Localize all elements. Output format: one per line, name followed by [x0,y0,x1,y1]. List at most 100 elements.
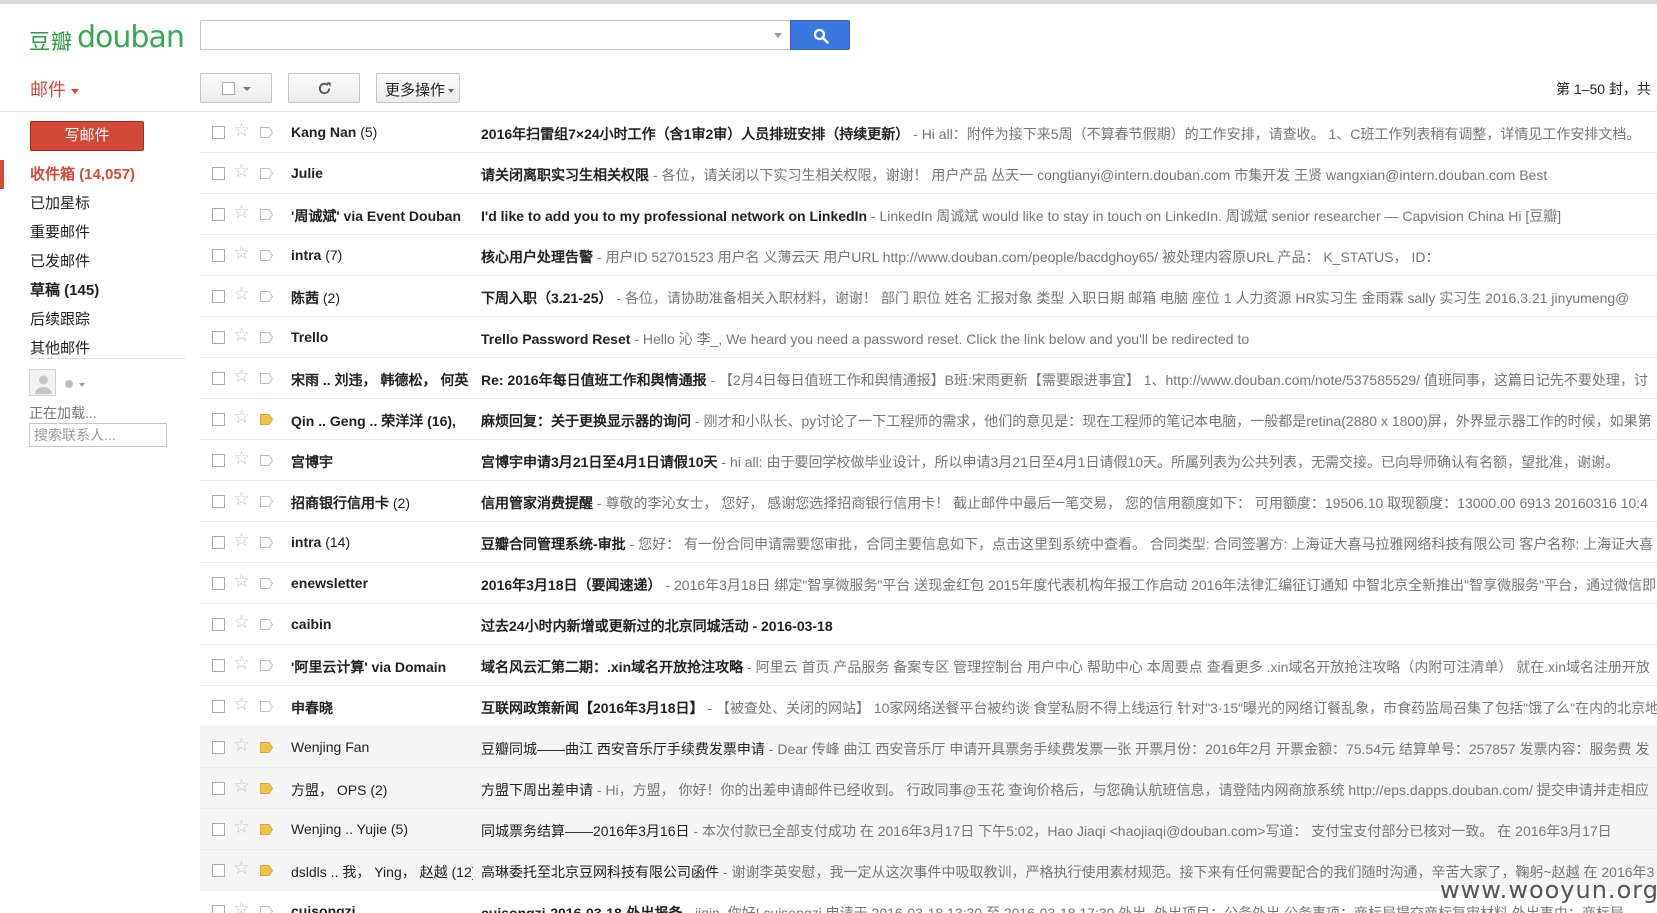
star-icon[interactable]: ☆ [233,694,250,716]
mail-row[interactable]: ☆ '周诚斌' via Event Douban I'd like to add y… [200,194,1657,235]
mail-checkbox[interactable] [212,741,225,754]
mail-checkbox[interactable] [212,413,225,426]
mail-menu[interactable]: 邮件 [30,76,79,102]
mail-checkbox[interactable] [212,249,225,262]
sidebar-item[interactable]: 已发邮件 [0,247,185,276]
mail-row[interactable]: ☆ Qin .. Geng .. 荣洋洋 (16), 麻烦回复：关于更换显示器的询问… [200,399,1657,440]
star-icon[interactable]: ☆ [233,776,250,798]
mail-row[interactable]: ☆ enewsletter 2016年3月18日（要闻速递） - 2016年3月18… [200,563,1657,604]
status-icon[interactable] [65,380,73,388]
select-all-checkbox[interactable] [222,82,235,95]
star-icon[interactable]: ☆ [233,243,250,265]
star-icon[interactable]: ☆ [233,530,250,552]
star-icon[interactable]: ☆ [233,489,250,511]
mail-row[interactable]: ☆ intra (14) 豆瓣合同管理系统-审批 - 您好： 有一份合同申请需要您审… [200,522,1657,563]
mail-row[interactable]: ☆ Wenjing Fan 豆瓣同城——曲江 西安音乐厅手续费发票申请 - Dear… [200,727,1657,768]
star-icon[interactable]: ☆ [233,448,250,470]
sidebar-item[interactable]: 草稿 (145) [0,276,185,305]
important-marker-icon[interactable] [260,250,273,261]
sidebar-item[interactable]: 收件箱 (14,057) [0,160,185,189]
important-marker-icon[interactable] [260,701,273,712]
mail-checkbox[interactable] [212,905,225,913]
mail-row[interactable]: ☆ intra (7) 核心用户处理告警 - 用户ID 52701523 用户名 义… [200,235,1657,276]
mail-checkbox[interactable] [212,700,225,713]
star-icon[interactable]: ☆ [233,571,250,593]
mail-row[interactable]: ☆ 申春晓 互联网政策新闻【2016年3月18日】 - 【被查处、关闭的网站】 10… [200,686,1657,727]
sidebar-item[interactable]: 已加星标 [0,189,185,218]
important-marker-icon[interactable] [260,578,273,589]
important-marker-icon[interactable] [260,168,273,179]
mail-checkbox[interactable] [212,659,225,672]
star-icon[interactable]: ☆ [233,407,250,429]
mail-row[interactable]: ☆ 方盟， OPS (2) 方盟下周出差申请 - Hi，方盟， 你好！你的出差申请邮… [200,768,1657,809]
mail-checkbox[interactable] [212,782,225,795]
important-marker-icon[interactable] [260,742,273,753]
star-icon[interactable]: ☆ [233,858,250,880]
star-icon[interactable]: ☆ [233,161,250,183]
mail-row[interactable]: ☆ dsldls .. 我， Ying， 赵越 (12) 高琳委托至北京豆网科技有限… [200,850,1657,891]
mail-checkbox[interactable] [212,331,225,344]
important-marker-icon[interactable] [260,537,273,548]
more-actions-button[interactable]: 更多操作 [376,73,460,103]
important-marker-icon[interactable] [260,660,273,671]
star-icon[interactable]: ☆ [233,612,250,634]
star-icon[interactable]: ☆ [233,735,250,757]
important-marker-icon[interactable] [260,783,273,794]
important-marker-icon[interactable] [260,865,273,876]
star-icon[interactable]: ☆ [233,653,250,675]
important-marker-icon[interactable] [260,332,273,343]
important-marker-icon[interactable] [260,496,273,507]
important-marker-icon[interactable] [260,619,273,630]
mail-checkbox[interactable] [212,126,225,139]
chevron-down-icon[interactable] [79,383,85,387]
important-marker-icon[interactable] [260,824,273,835]
important-marker-icon[interactable] [260,127,273,138]
important-marker-icon[interactable] [260,414,273,425]
mail-row[interactable]: ☆ Trello Trello Password Reset - Hello 沁 李… [200,317,1657,358]
mail-row[interactable]: ☆ 宋雨 .. 刘违， 韩德松， 何英 Re: 2016年每日值班工作和舆情通报 -… [200,358,1657,399]
important-marker-icon[interactable] [260,906,273,913]
avatar[interactable] [29,369,56,396]
important-marker-icon[interactable] [260,291,273,302]
mail-row[interactable]: ☆ cuisongzi cuisongzi-2016-03-18-外出报备 - ji… [200,891,1657,913]
douban-logo[interactable]: 豆瓣 douban [29,20,185,56]
mail-checkbox[interactable] [212,577,225,590]
important-marker-icon[interactable] [260,209,273,220]
mail-checkbox[interactable] [212,864,225,877]
search-input[interactable] [201,21,761,49]
mail-checkbox[interactable] [212,208,225,221]
select-all-button[interactable] [200,73,272,103]
star-icon[interactable]: ☆ [233,120,250,142]
important-marker-icon[interactable] [260,373,273,384]
star-icon[interactable]: ☆ [233,899,250,913]
mail-checkbox[interactable] [212,536,225,549]
mail-row[interactable]: ☆ 宫博宇 宫博宇申请3月21日至4月1日请假10天 - hi all: 由于要回学… [200,440,1657,481]
mail-row[interactable]: ☆ Wenjing .. Yujie (5) 同城票务结算——2016年3月16日 … [200,809,1657,850]
mail-checkbox[interactable] [212,167,225,180]
search-dropdown-icon[interactable] [774,33,782,38]
mail-row[interactable]: ☆ '阿里云计算' via Domain 域名风云汇第二期：.xin域名开放抢注攻略… [200,645,1657,686]
mail-checkbox[interactable] [212,618,225,631]
sidebar-item[interactable]: 重要邮件 [0,218,185,247]
compose-button[interactable]: 写邮件 [30,121,144,151]
sidebar-item[interactable]: 后续跟踪 [0,305,185,334]
mail-checkbox[interactable] [212,454,225,467]
mail-checkbox[interactable] [212,290,225,303]
mail-row[interactable]: ☆ caibin 过去24小时内新增或更新过的北京同城活动 - 2016-03-18 [200,604,1657,645]
mail-checkbox[interactable] [212,495,225,508]
mail-checkbox[interactable] [212,823,225,836]
mail-row[interactable]: ☆ 陈茜 (2) 下周入职（3.21-25） - 各位，请协助准备相关入职材料，谢谢… [200,276,1657,317]
mail-row[interactable]: ☆ 招商银行信用卡 (2) 信用管家消费提醒 - 尊敬的李沁女士， 您好， 感谢您选… [200,481,1657,522]
mail-row[interactable]: ☆ Kang Nan (5) 2016年扫雷组7×24小时工作（含1审2审）人员排班… [200,112,1657,153]
contact-search-input[interactable] [29,423,167,447]
star-icon[interactable]: ☆ [233,284,250,306]
star-icon[interactable]: ☆ [233,817,250,839]
star-icon[interactable]: ☆ [233,325,250,347]
star-icon[interactable]: ☆ [233,202,250,224]
mail-row[interactable]: ☆ Julie 请关闭离职实习生相关权限 - 各位，请关闭以下实习生相关权限，谢谢！… [200,153,1657,194]
search-button[interactable] [790,20,850,50]
refresh-button[interactable] [288,73,360,103]
important-marker-icon[interactable] [260,455,273,466]
star-icon[interactable]: ☆ [233,366,250,388]
mail-checkbox[interactable] [212,372,225,385]
